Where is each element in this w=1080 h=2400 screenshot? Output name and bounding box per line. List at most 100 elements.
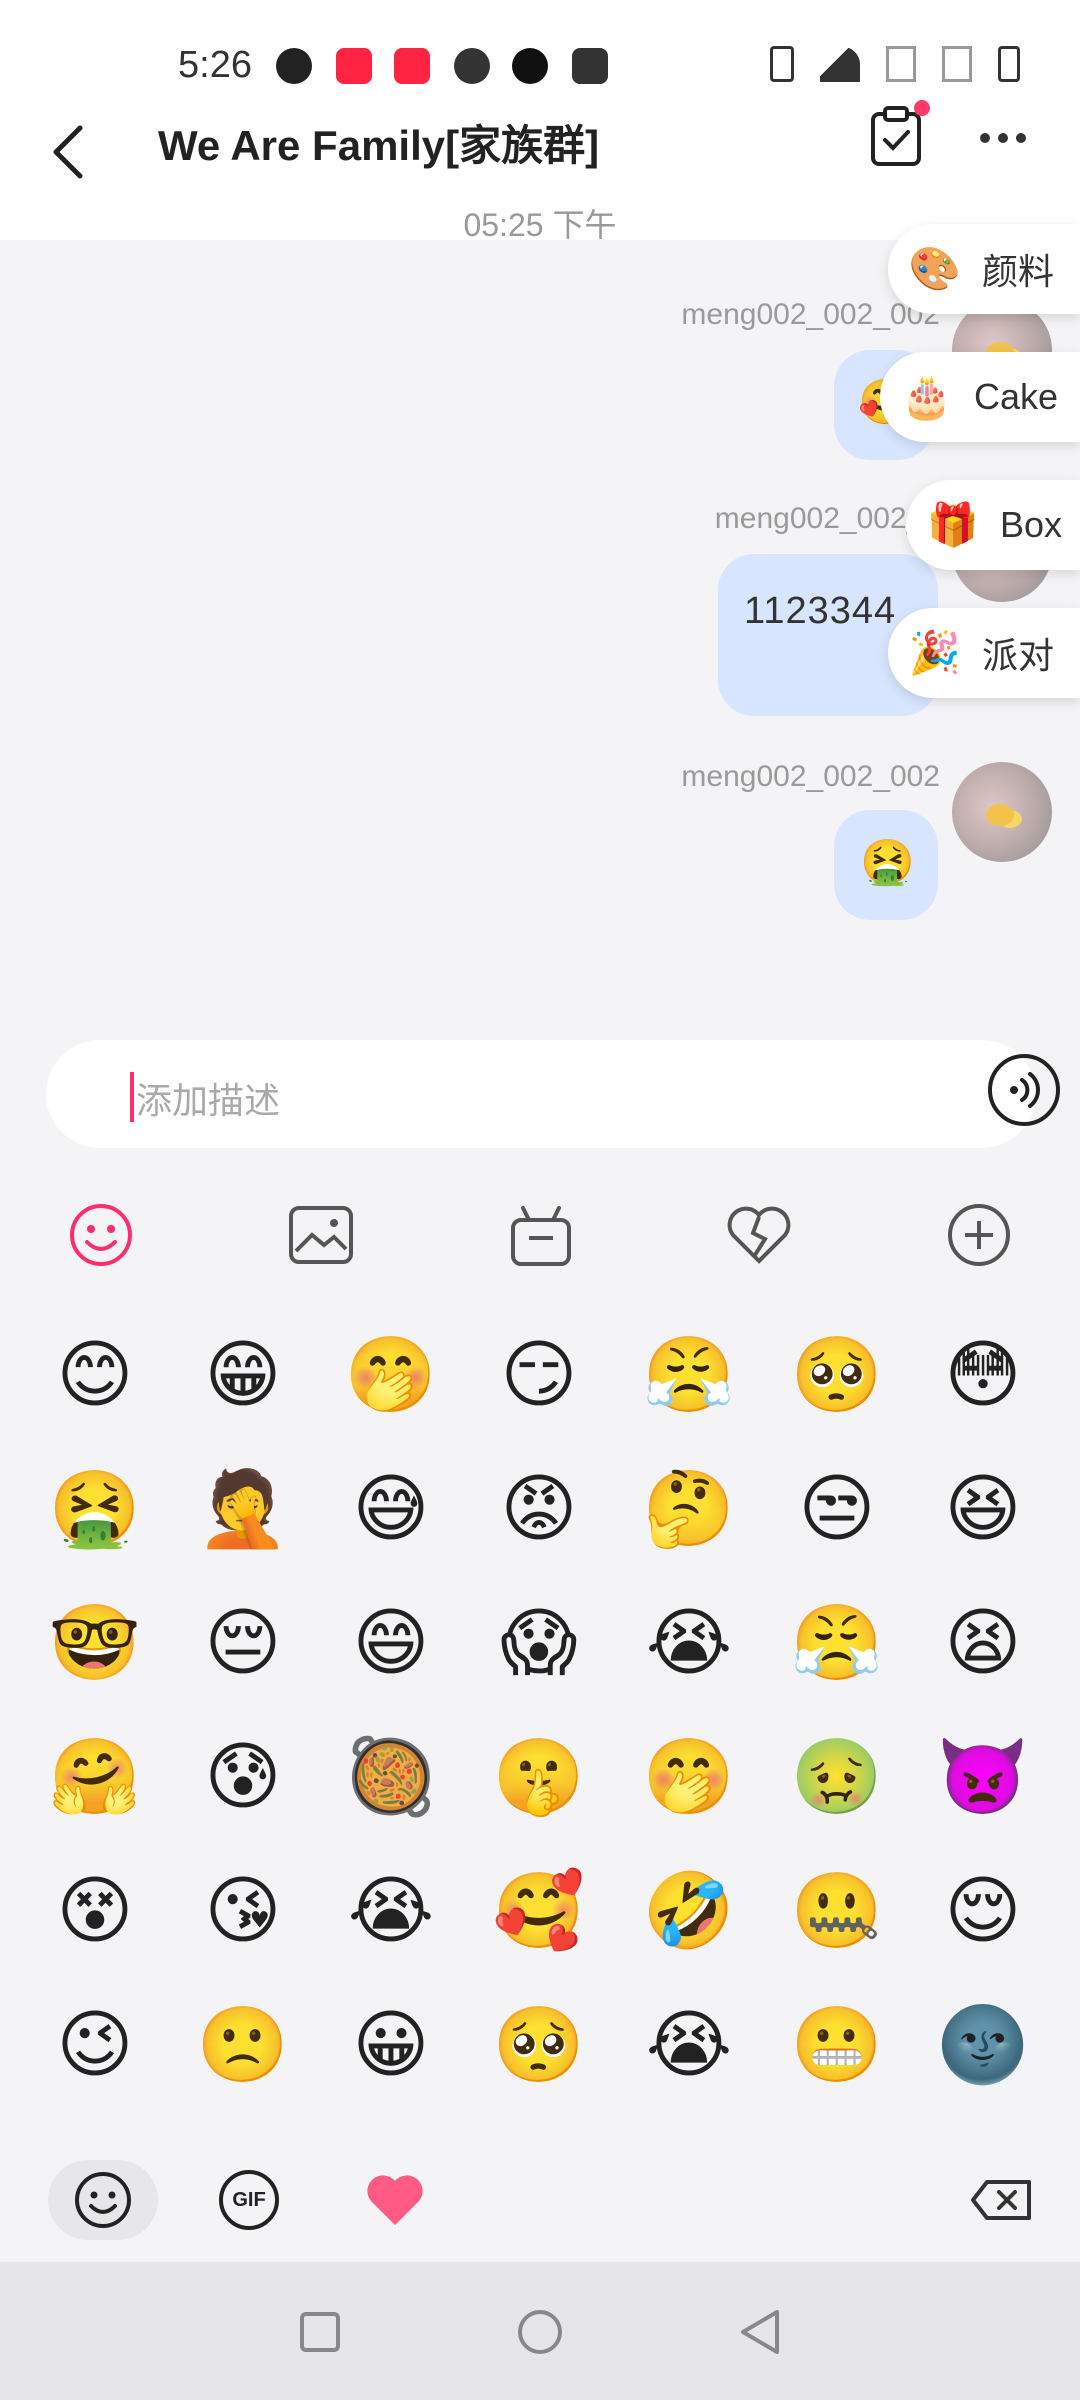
chip-label: Box <box>1000 504 1063 545</box>
emoji-item[interactable]: 😀 <box>336 1990 446 2100</box>
message-sender: meng002_002_002 <box>681 760 940 793</box>
emoji-category-bar: GIF <box>0 2150 1080 2260</box>
toolbar <box>0 1180 1080 1290</box>
paint-splash-icon: 🎨 <box>908 244 962 292</box>
emoji-item[interactable]: 🤭 <box>634 1722 744 1832</box>
emoji-item[interactable]: 🤢 <box>782 1722 892 1832</box>
smiley-icon <box>70 1204 132 1266</box>
plus-circle-icon <box>948 1204 1010 1266</box>
emoji-item[interactable]: 😌 <box>928 1856 1038 1966</box>
task-button[interactable] <box>870 106 922 166</box>
emoji-item[interactable]: 😱 <box>484 1588 594 1698</box>
xiaohongshu-icon <box>336 48 372 84</box>
emoji-item[interactable]: 😒 <box>782 1454 892 1564</box>
gif-icon: GIF <box>219 2170 279 2230</box>
input-area: 添加描述 <box>0 1040 1080 1190</box>
emoji-item[interactable]: 😁 <box>188 1320 298 1430</box>
emoji-item[interactable]: 😔 <box>188 1588 298 1698</box>
gift-tool-button[interactable] <box>506 1200 576 1270</box>
broken-heart-icon <box>727 1206 791 1264</box>
home-button[interactable] <box>510 2302 570 2362</box>
emoji-item[interactable]: 😫 <box>928 1588 1038 1698</box>
sticker-chip-cake[interactable]: 🎂 Cake <box>880 352 1080 442</box>
profile-app-icon <box>276 48 312 84</box>
message-sender: meng002_002_002 <box>681 298 940 331</box>
emoji-item[interactable]: 🤓 <box>40 1588 150 1698</box>
message-text: 1123344 <box>744 590 897 632</box>
emoji-item[interactable]: 😭 <box>336 1856 446 1966</box>
emoji-item[interactable]: 🤗 <box>40 1722 150 1832</box>
emoji-item[interactable]: 😡 <box>484 1454 594 1564</box>
square-icon <box>300 2312 340 2352</box>
chip-label: 派对 <box>982 635 1055 676</box>
gif-label: GIF <box>232 2188 266 2211</box>
notification-dot <box>914 100 930 116</box>
sticker-chip-box[interactable]: 🎁 Box <box>906 480 1080 570</box>
emoji-tool-button[interactable] <box>66 1200 136 1270</box>
recents-button[interactable] <box>290 2302 350 2362</box>
emoji-item[interactable]: 😳 <box>928 1320 1038 1430</box>
emoji-item[interactable]: 👿 <box>928 1722 1038 1832</box>
clipboard-check-icon <box>871 106 921 166</box>
voice-waves-icon <box>1010 1072 1040 1108</box>
emoji-item[interactable]: 😘 <box>188 1856 298 1966</box>
emoji-item[interactable]: 🤫 <box>484 1722 594 1832</box>
emoji-item[interactable]: 😉 <box>40 1990 150 2100</box>
emoji-item[interactable]: 😤 <box>634 1320 744 1430</box>
favorites-category-tab[interactable] <box>340 2160 450 2240</box>
emoji-item[interactable]: 😤 <box>782 1588 892 1698</box>
emoji-item[interactable]: 🤮 <box>40 1454 150 1564</box>
emoji-item[interactable]: 😅 <box>336 1454 446 1564</box>
xiaohongshu-icon <box>394 48 430 84</box>
chevron-left-icon <box>53 125 83 179</box>
emoji-item[interactable]: 😏 <box>484 1320 594 1430</box>
cake-icon: 🎂 <box>900 372 954 420</box>
more-button[interactable] <box>980 126 1040 150</box>
emoji-item[interactable]: 🤭 <box>336 1320 446 1430</box>
message-input[interactable]: 添加描述 <box>46 1040 1060 1148</box>
gift-box-icon: 🎁 <box>926 500 980 548</box>
fixed-heart-tool-button[interactable] <box>724 1200 794 1270</box>
gif-category-tab[interactable]: GIF <box>194 2160 304 2240</box>
emoji-item[interactable]: 😰 <box>188 1722 298 1832</box>
emoji-item[interactable]: 🤔 <box>634 1454 744 1564</box>
back-nav-button[interactable] <box>730 2302 790 2362</box>
emoji-item[interactable]: 🤐 <box>782 1856 892 1966</box>
emoji-item[interactable]: 🙁 <box>188 1990 298 2100</box>
gift-icon <box>511 1206 571 1266</box>
emoji-item[interactable]: 😄 <box>336 1588 446 1698</box>
avatar[interactable] <box>952 762 1052 862</box>
emoji-item[interactable]: 🌚 <box>928 1990 1038 2100</box>
voice-button[interactable] <box>988 1054 1060 1126</box>
sticker-chip-party[interactable]: 🎉 派对 <box>888 608 1080 698</box>
emoji-item[interactable]: 🤣 <box>634 1856 744 1966</box>
emoji-item[interactable]: 🥰 <box>484 1856 594 1966</box>
emoji-item[interactable]: 😊 <box>40 1320 150 1430</box>
emoji-item[interactable]: 😭 <box>634 1990 744 2100</box>
battery-charging-icon <box>998 46 1020 82</box>
image-tool-button[interactable] <box>286 1200 356 1270</box>
emoji-item[interactable]: 🤦 <box>188 1454 298 1564</box>
sticker-chip-paint[interactable]: 🎨 颜料 <box>888 224 1080 314</box>
no-signal-icon <box>886 46 916 82</box>
system-nav-bar <box>0 2262 1080 2400</box>
more-tool-button[interactable] <box>944 1200 1014 1270</box>
triangle-back-icon <box>741 2310 779 2354</box>
circle-icon <box>518 2310 562 2354</box>
backspace-button[interactable] <box>946 2160 1056 2240</box>
emoji-item[interactable]: 😭 <box>634 1588 744 1698</box>
emoji-item[interactable]: 😬 <box>782 1990 892 2100</box>
emoji-item[interactable]: 😆 <box>928 1454 1038 1564</box>
tiktok-icon <box>512 48 548 84</box>
back-button[interactable] <box>50 112 110 192</box>
emoji-item[interactable]: 😵 <box>40 1856 150 1966</box>
emoji-category-tab[interactable] <box>48 2160 158 2240</box>
backspace-icon <box>971 2180 1031 2220</box>
wifi-icon <box>820 46 860 82</box>
emoji-item[interactable]: 🥺 <box>484 1990 594 2100</box>
emoji-item[interactable]: 🥺 <box>782 1320 892 1430</box>
smiley-icon <box>75 2172 131 2228</box>
emoji-item[interactable]: 🥘 <box>336 1722 446 1832</box>
image-icon <box>289 1206 353 1264</box>
input-placeholder: 添加描述 <box>136 1080 281 1121</box>
